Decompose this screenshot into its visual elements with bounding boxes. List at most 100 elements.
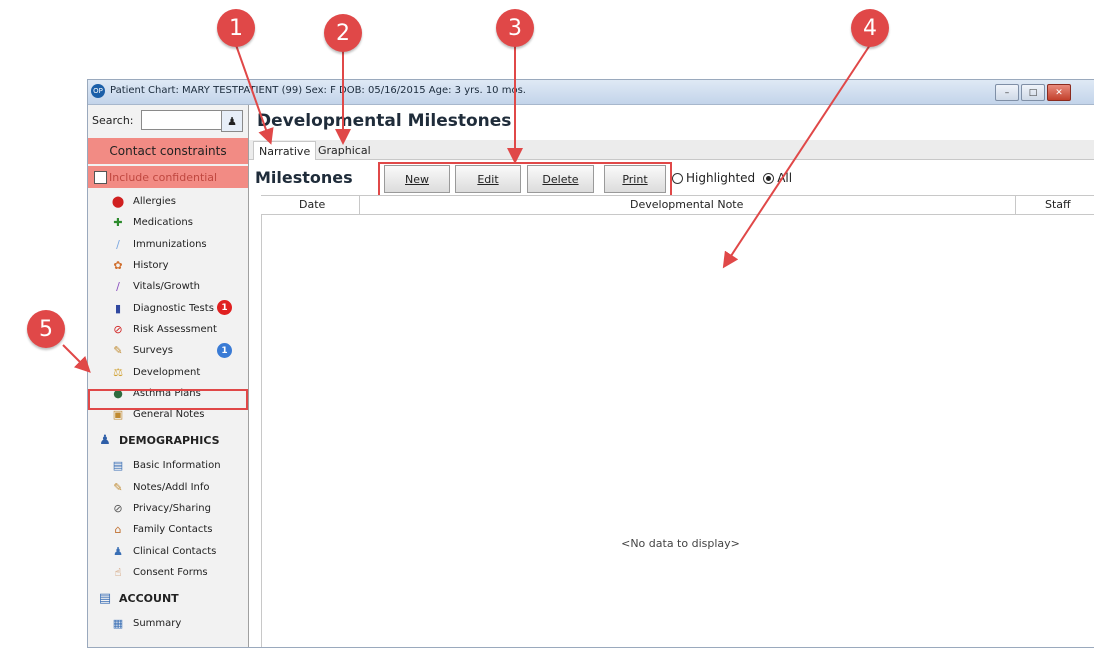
sidebar-item-label: Allergies [133,196,176,208]
column-developmental-note[interactable]: Developmental Note [630,198,743,211]
sidebar-item-label: Family Contacts [133,524,213,536]
vitals-icon: ∕ [116,280,120,294]
callout-1: 1 [217,9,255,47]
test-tubes-icon: ▮ [114,301,122,315]
development-icon: ⚖ [113,365,123,379]
print-button[interactable]: Print [604,165,666,193]
callout-5: 5 [27,310,65,348]
id-card-icon: ▤ [112,459,124,473]
account-icon: ▤ [98,590,112,606]
sidebar-item-label: Basic Information [133,460,221,472]
sidebar-item-privacy-sharing[interactable]: ⊘ Privacy/Sharing [88,498,248,519]
sidebar-item-family-contacts[interactable]: ⌂ Family Contacts [88,519,248,540]
callout-3: 3 [496,9,534,47]
section-title: ACCOUNT [119,591,179,605]
close-icon[interactable]: ✕ [1047,84,1071,101]
filter-radios: Highlighted All [672,171,792,185]
consent-hand-icon: ☝ [114,565,122,579]
all-radio[interactable] [763,172,775,184]
sidebar-item-label: Development [133,366,201,378]
surveys-badge: 1 [217,343,232,359]
milestones-grid[interactable]: <No data to display> [261,214,1094,647]
sidebar-item-diagnostic-tests[interactable]: ▮ Diagnostic Tests 1 [88,297,248,318]
sidebar-item-immunizations[interactable]: ∕ Immunizations [88,234,248,255]
all-label: All [777,171,793,185]
edit-button[interactable]: Edit [455,165,521,193]
sidebar-item-label: Vitals/Growth [133,281,201,293]
sidebar-item-label: Clinical Contacts [133,545,217,557]
sidebar-item-notes-addl-info[interactable]: ✎ Notes/Addl Info [88,477,248,498]
sidebar-item-label: History [133,260,169,272]
sidebar-item-basic-information[interactable]: ▤ Basic Information [88,455,248,476]
sidebar-item-label: Surveys [133,345,173,357]
sidebar-item-vitals[interactable]: ∕ Vitals/Growth [88,276,248,297]
sidebar-item-label: Consent Forms [133,566,208,578]
page-title: Developmental Milestones [257,111,512,131]
sidebar-item-consent-forms[interactable]: ☝ Consent Forms [88,562,248,583]
privacy-eye-icon: ⊘ [113,502,123,515]
sidebar-item-risk-assessment[interactable]: ⊘ Risk Assessment [88,319,248,340]
development-highlight [88,389,248,410]
column-date[interactable]: Date [299,198,325,211]
patient-chart-window: OP Patient Chart: MARY TESTPATIENT (99) … [87,79,1094,648]
syringe-icon: ∕ [116,237,120,251]
main-panel: Developmental Milestones Narrative Graph… [249,105,1094,647]
sidebar-item-label: Privacy/Sharing [133,503,211,514]
diagnostic-tests-badge: 1 [217,300,232,316]
allergy-icon: ⬤ [111,195,125,209]
tab-bar: Narrative Graphical [249,140,1094,160]
sidebar: Search: ♟ Contact constraints Include co… [88,105,249,647]
empty-message: <No data to display> [621,537,740,550]
history-icon: ✿ [113,259,123,273]
sidebar-item-label: General Notes [133,409,205,421]
section-demographics[interactable]: ♟ DEMOGRAPHICS [88,425,248,455]
delete-button[interactable]: Delete [527,165,594,193]
risk-icon: ⊘ [113,322,123,336]
app-logo-icon: OP [91,84,105,98]
sidebar-item-label: Diagnostic Tests [133,302,214,314]
sidebar-item-summary[interactable]: ▦ Summary [88,613,248,634]
checkbox-icon[interactable] [94,170,107,184]
column-staff[interactable]: Staff [1045,198,1071,211]
include-confidential-label: Include confidential [109,170,218,184]
column-separator [359,196,360,214]
sidebar-item-label: Medications [133,217,193,229]
patient-search-icon[interactable]: ♟ [221,110,243,132]
callout-4: 4 [851,9,889,47]
highlighted-radio[interactable] [672,172,683,184]
search-label: Search: [92,114,134,127]
new-button[interactable]: New [384,165,450,193]
milestones-heading: Milestones [255,168,353,187]
section-account[interactable]: ▤ ACCOUNT [88,583,248,613]
tab-narrative[interactable]: Narrative [253,141,317,160]
clinical-contacts-icon: ♟ [113,544,123,558]
minimize-icon[interactable]: – [995,84,1019,101]
grid-header: Date Developmental Note Staff [261,195,1094,215]
maximize-icon[interactable]: □ [1021,84,1045,101]
sidebar-item-history[interactable]: ✿ History [88,255,248,276]
column-separator [1015,196,1016,214]
sidebar-item-label: Immunizations [133,238,207,250]
section-title: DEMOGRAPHICS [119,433,220,447]
sidebar-item-medications[interactable]: ✚ Medications [88,212,248,233]
tab-graphical[interactable]: Graphical [313,141,376,159]
sidebar-item-label: Notes/Addl Info [133,481,210,493]
sidebar-item-label: Risk Assessment [133,323,217,335]
sidebar-item-clinical-contacts[interactable]: ♟ Clinical Contacts [88,540,248,561]
sidebar-item-allergies[interactable]: ⬤ Allergies [88,191,248,212]
summary-icon: ▦ [112,617,124,631]
sidebar-item-development[interactable]: ⚖ Development [88,361,248,382]
sidebar-item-surveys[interactable]: ✎ Surveys 1 [88,340,248,361]
search-row: Search: ♟ [88,109,248,133]
survey-icon: ✎ [113,344,123,358]
chart-nav: ⬤ Allergies ✚ Medications ∕ Immunization… [88,191,248,634]
search-input[interactable] [141,110,223,130]
notes-pen-icon: ✎ [113,480,123,494]
sidebar-item-label: Summary [133,618,182,630]
medication-icon: ✚ [113,216,123,230]
include-confidential-checkbox[interactable]: Include confidential [88,166,248,188]
contact-constraints-banner[interactable]: Contact constraints [88,138,248,164]
demographics-icon: ♟ [99,432,111,448]
callout-2: 2 [324,14,362,52]
family-icon: ⌂ [114,523,122,537]
